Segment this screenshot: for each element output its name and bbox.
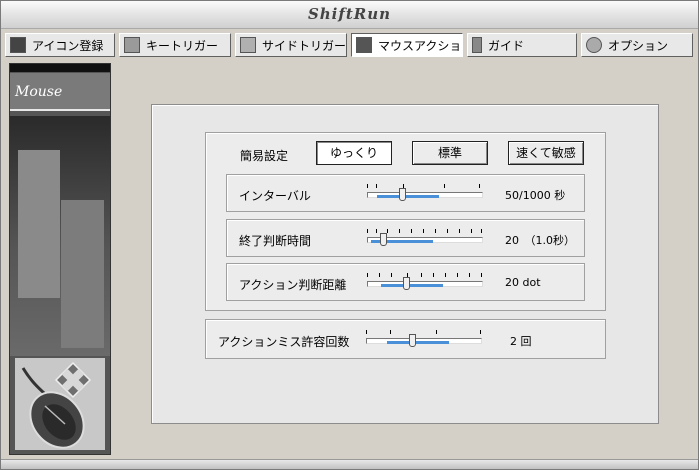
sidebar-top-bar xyxy=(10,64,110,72)
action-miss-value: 2 回 xyxy=(510,335,532,348)
slider-selection-range xyxy=(377,195,439,198)
slider-thumb[interactable] xyxy=(399,188,406,201)
slider-tick xyxy=(481,229,482,233)
slider-thumb[interactable] xyxy=(380,233,387,246)
slider-tick xyxy=(444,184,445,188)
slider-tick xyxy=(479,184,480,188)
slider-tick xyxy=(367,184,368,188)
side-trigger-icon xyxy=(240,37,256,53)
action-distance-label: アクション判断距離 xyxy=(239,278,347,292)
slider-tick xyxy=(435,229,436,233)
preset-fast-sensitive-button[interactable]: 速くて敏感 xyxy=(508,141,584,165)
sidebar-decoration-bar xyxy=(61,200,104,348)
slider-tick xyxy=(459,229,460,233)
tab-bar: アイコン登録 キートリガー サイドトリガー マウスアクション ガイド オプション xyxy=(1,30,698,61)
end-time-slider[interactable] xyxy=(367,227,483,249)
slider-tick xyxy=(423,229,424,233)
slider-tick xyxy=(376,184,377,188)
sidebar-banner: Mouse Action xyxy=(10,73,110,138)
action-miss-label: アクションミス許容回数 xyxy=(218,335,350,349)
tab-guide[interactable]: ガイド xyxy=(467,33,577,57)
slider-thumb[interactable] xyxy=(409,334,416,347)
tab-key-trigger[interactable]: キートリガー xyxy=(119,33,231,57)
tab-label: アイコン登録 xyxy=(32,38,104,53)
slider-selection-range xyxy=(387,341,449,344)
options-icon xyxy=(586,37,602,53)
slider-tick xyxy=(436,330,437,334)
slider-tick xyxy=(390,330,391,334)
window-title: ShiftRun xyxy=(307,5,392,23)
action-distance-row: アクション判断距離 20 dot xyxy=(226,263,585,301)
slider-ticks xyxy=(367,182,483,190)
slider-tick xyxy=(366,330,367,334)
slider-tick xyxy=(367,229,368,233)
slider-tick xyxy=(447,229,448,233)
tab-label: キートリガー xyxy=(146,38,219,53)
action-miss-slider[interactable] xyxy=(366,328,482,350)
mouse-action-icon xyxy=(356,37,372,53)
settings-panel: 簡易設定 ゆっくり 標準 速くて敏感 インターバル 50/1000 秒 終了判断… xyxy=(151,104,659,424)
status-bar xyxy=(1,459,698,469)
slider-tick xyxy=(399,229,400,233)
tab-side-trigger[interactable]: サイドトリガー xyxy=(235,33,347,57)
end-time-value: 20 （1.0秒） xyxy=(505,234,575,247)
preset-slow-button[interactable]: ゆっくり xyxy=(316,141,392,165)
slider-tick xyxy=(421,273,422,277)
key-trigger-icon xyxy=(124,37,140,53)
app-window: ShiftRun アイコン登録 キートリガー サイドトリガー マウスアクション … xyxy=(0,0,699,470)
interval-label: インターバル xyxy=(239,189,311,203)
slider-thumb[interactable] xyxy=(403,277,410,290)
interval-value: 50/1000 秒 xyxy=(505,189,566,202)
slider-tick xyxy=(445,273,446,277)
action-miss-group: アクションミス許容回数 2 回 xyxy=(205,319,606,359)
detection-settings-group: 簡易設定 ゆっくり 標準 速くて敏感 インターバル 50/1000 秒 終了判断… xyxy=(205,132,606,311)
slider-tick xyxy=(411,229,412,233)
action-distance-slider[interactable] xyxy=(367,271,483,293)
interval-slider[interactable] xyxy=(367,182,483,204)
slider-tick xyxy=(457,273,458,277)
tab-icon-register[interactable]: アイコン登録 xyxy=(5,33,115,57)
tab-mouse-action[interactable]: マウスアクション xyxy=(351,33,463,57)
slider-ticks xyxy=(367,271,483,279)
sidebar-decoration-bar xyxy=(18,150,60,298)
slider-tick xyxy=(376,229,377,233)
tab-options[interactable]: オプション xyxy=(581,33,693,57)
slider-ticks xyxy=(366,328,482,336)
guide-icon xyxy=(472,37,482,53)
slider-tick xyxy=(379,273,380,277)
tab-label: オプション xyxy=(608,38,669,53)
slider-tick xyxy=(471,229,472,233)
sidebar-panel: Mouse Action xyxy=(9,63,111,455)
preset-standard-button[interactable]: 標準 xyxy=(412,141,488,165)
end-time-label: 終了判断時間 xyxy=(239,234,312,248)
tab-label: ガイド xyxy=(488,38,525,53)
tab-label: サイドトリガー xyxy=(262,38,347,53)
slider-tick xyxy=(469,273,470,277)
slider-tick xyxy=(481,273,482,277)
action-distance-value: 20 dot xyxy=(505,276,541,289)
title-bar[interactable]: ShiftRun xyxy=(1,1,698,29)
icon-register-icon xyxy=(10,37,26,53)
slider-tick xyxy=(367,273,368,277)
slider-selection-range xyxy=(381,284,443,287)
mouse-illustration xyxy=(15,358,105,450)
tab-label: マウスアクション xyxy=(378,38,462,53)
slider-tick xyxy=(387,229,388,233)
preset-label: 簡易設定 xyxy=(240,149,289,163)
slider-tick xyxy=(480,330,481,334)
slider-tick xyxy=(391,273,392,277)
slider-tick xyxy=(433,273,434,277)
interval-row: インターバル 50/1000 秒 xyxy=(226,174,585,212)
end-time-row: 終了判断時間 20 （1.0秒） xyxy=(226,219,585,257)
